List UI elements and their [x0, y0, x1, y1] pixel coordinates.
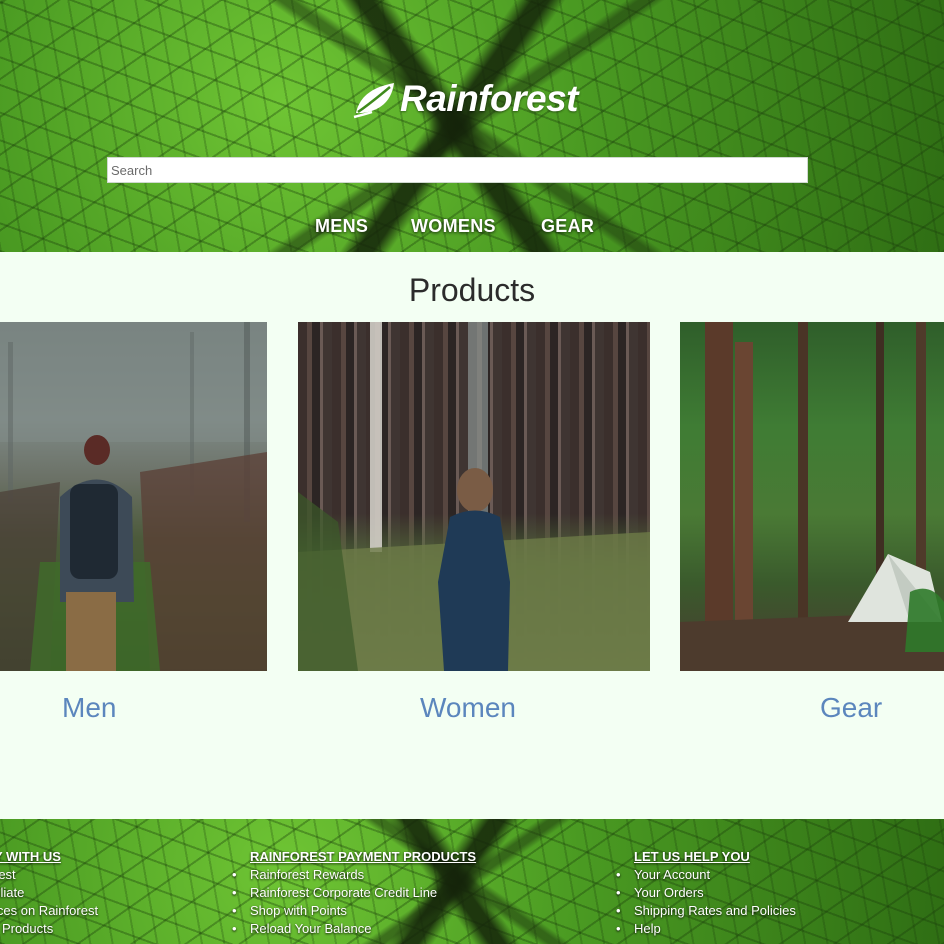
tent-forest-illustration	[680, 322, 944, 671]
woman-forest-illustration	[298, 322, 650, 671]
footer-list: Your Account Your Orders Shipping Rates …	[616, 866, 796, 938]
footer-link-item[interactable]: Help	[616, 920, 796, 938]
men-link[interactable]: Men	[62, 692, 116, 724]
page-title: Products	[408, 272, 536, 308]
nav-womens[interactable]: WOMENS	[411, 216, 496, 237]
footer-link-item[interactable]: Shop with Points	[232, 902, 476, 920]
footer-link-item[interactable]: rest	[0, 866, 98, 884]
gear-link[interactable]: Gear	[820, 692, 882, 724]
footer-column-payment: RAINFOREST PAYMENT PRODUCTS Rainforest R…	[232, 849, 477, 938]
women-product-image[interactable]	[298, 322, 650, 671]
women-link[interactable]: Women	[420, 692, 516, 724]
gear-product-image[interactable]	[680, 322, 944, 671]
site-header: Rainforest MENS WOMENS GEAR	[0, 0, 944, 252]
products-section: Products Men Women Gear	[0, 252, 944, 819]
footer-link-item[interactable]: filiate	[0, 884, 98, 902]
footer-link-item[interactable]: ices on Rainforest	[0, 902, 98, 920]
site-footer: Y WITH US rest filiate ices on Rainfores…	[0, 819, 944, 944]
footer-heading: Y WITH US	[0, 849, 61, 864]
footer-list: rest filiate ices on Rainforest r Produc…	[0, 866, 98, 938]
footer-link-item[interactable]: r Products	[0, 920, 98, 938]
leaf-logo-icon	[353, 83, 394, 119]
main-nav: MENS WOMENS GEAR	[0, 216, 944, 242]
footer-link-item[interactable]: Rainforest Rewards	[232, 866, 476, 884]
men-product-image[interactable]	[0, 322, 267, 671]
nav-gear[interactable]: GEAR	[541, 216, 594, 237]
footer-column-help: LET US HELP YOU Your Account Your Orders…	[616, 849, 796, 938]
footer-heading: RAINFOREST PAYMENT PRODUCTS	[250, 849, 477, 864]
footer-link-item[interactable]: Your Account	[616, 866, 796, 884]
logo[interactable]: Rainforest	[352, 74, 578, 124]
logo-text: Rainforest	[400, 78, 578, 119]
footer-link-item[interactable]: Shipping Rates and Policies	[616, 902, 796, 920]
search-input[interactable]	[107, 157, 808, 183]
footer-column-partner: Y WITH US rest filiate ices on Rainfores…	[0, 849, 98, 938]
footer-list: Rainforest Rewards Rainforest Corporate …	[232, 866, 476, 938]
man-hiker-illustration	[0, 322, 267, 671]
footer-link-item[interactable]: Rainforest Corporate Credit Line	[232, 884, 476, 902]
footer-link-item[interactable]: Your Orders	[616, 884, 796, 902]
footer-heading: LET US HELP YOU	[634, 849, 750, 864]
footer-link-item[interactable]: Reload Your Balance	[232, 920, 476, 938]
nav-mens[interactable]: MENS	[315, 216, 368, 237]
